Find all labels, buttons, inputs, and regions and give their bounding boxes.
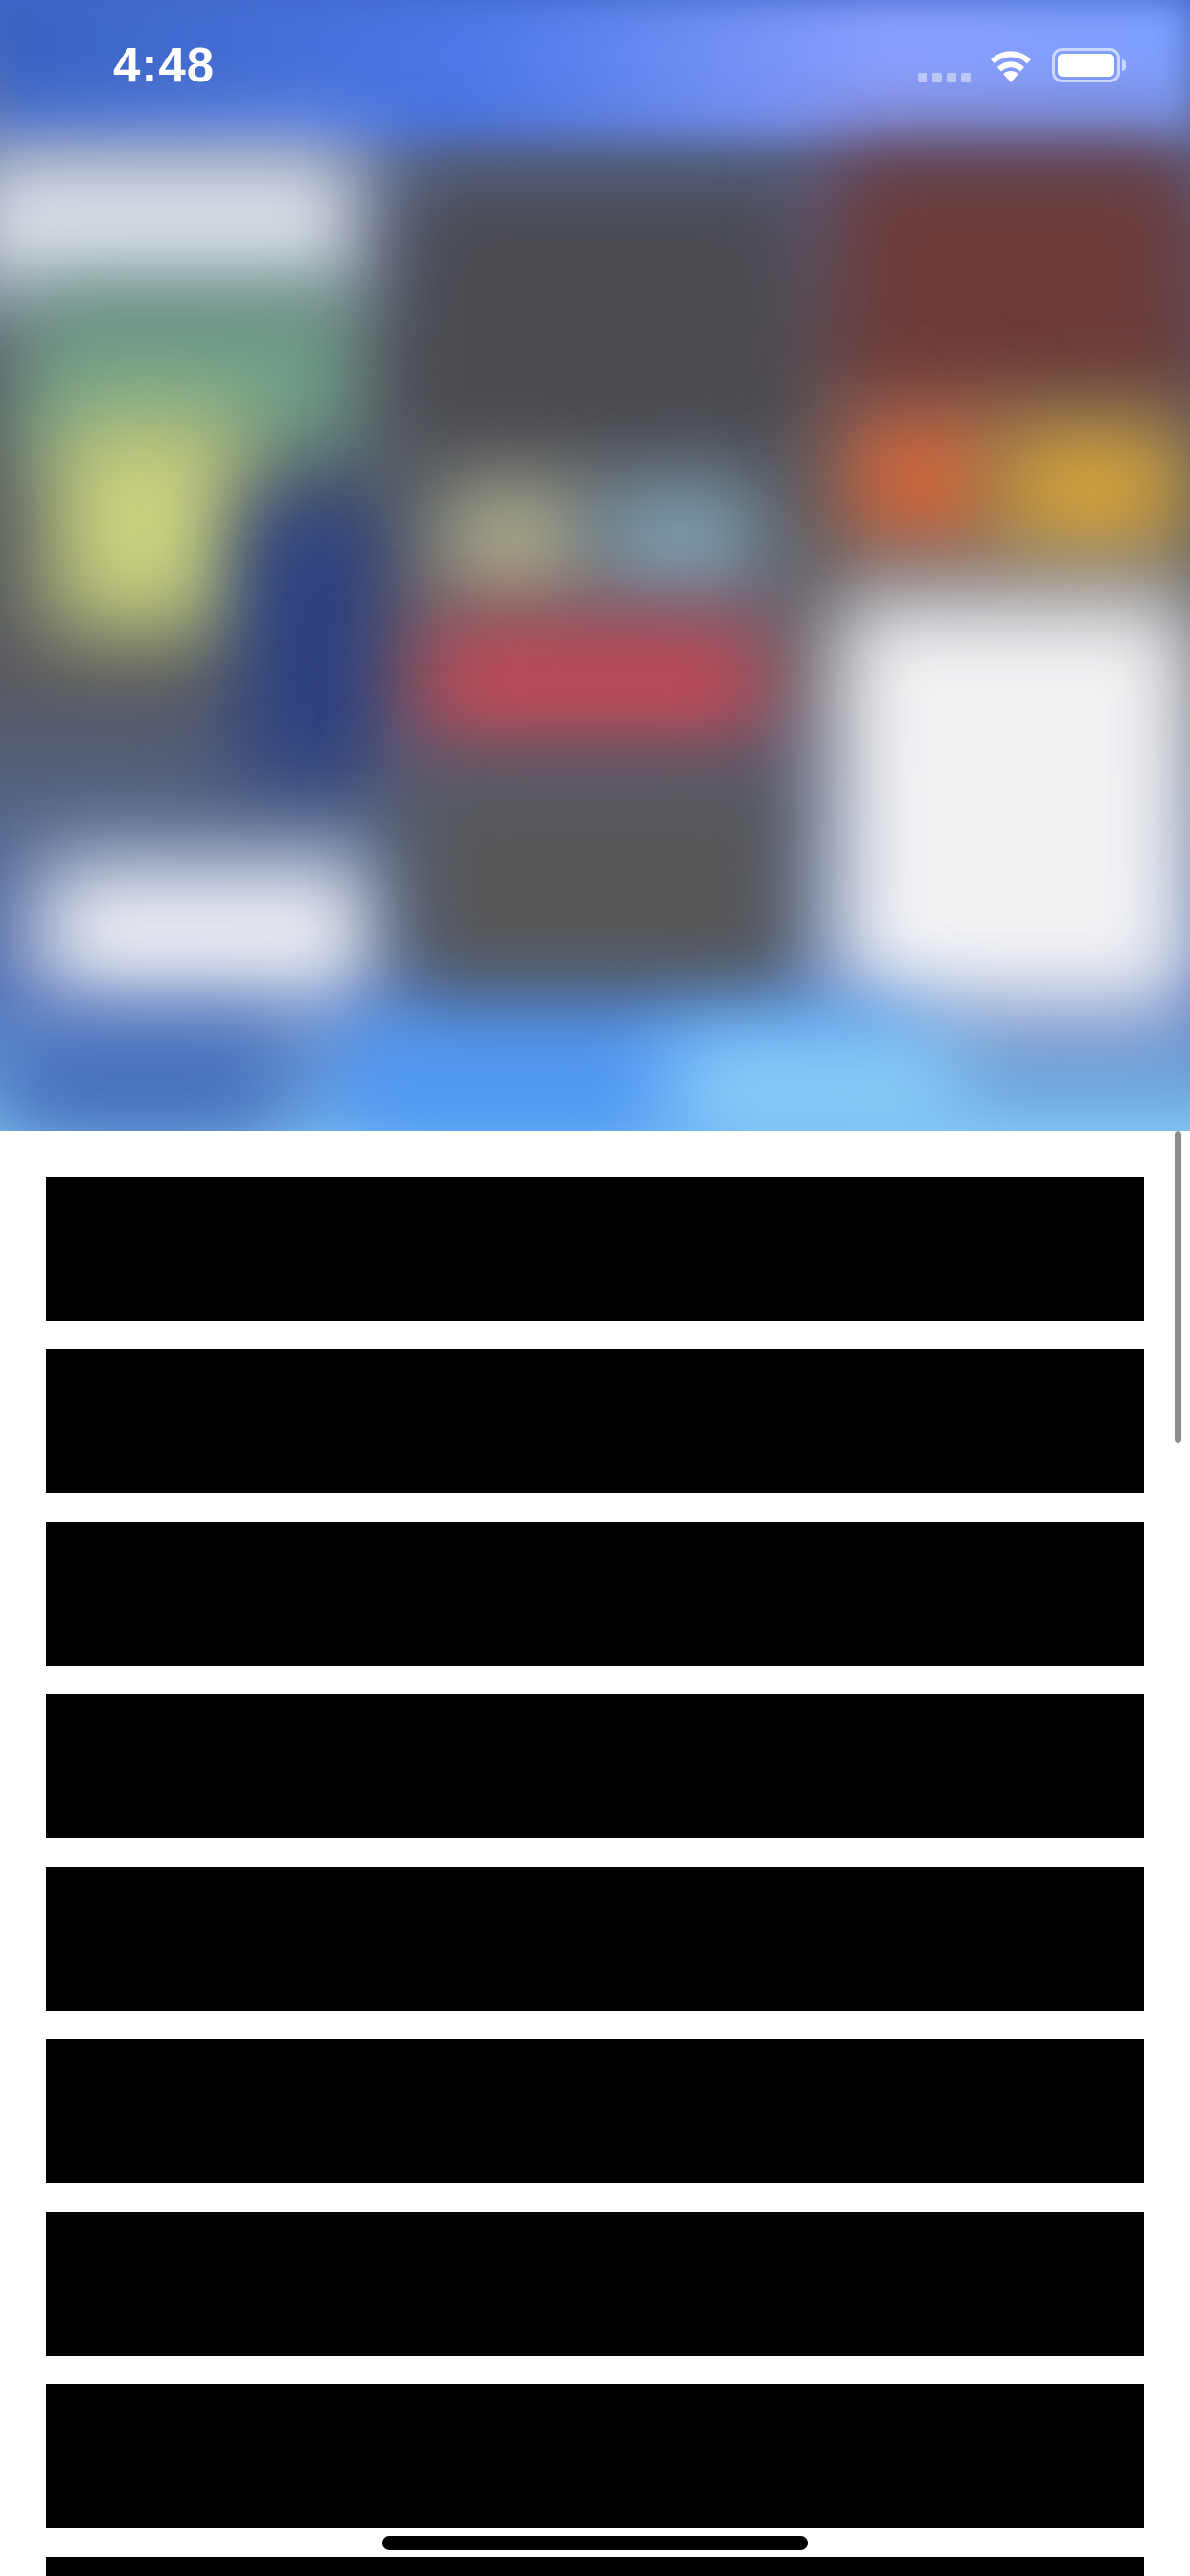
- hero-blob: [0, 1025, 287, 1131]
- hero-blob: [0, 153, 364, 297]
- hero-blob: [422, 623, 767, 748]
- list-item[interactable]: [46, 2557, 1144, 2576]
- list-item[interactable]: [46, 1522, 1144, 1666]
- hero-blob: [996, 422, 1188, 556]
- scroll-indicator[interactable]: [1175, 1131, 1181, 1443]
- content-list[interactable]: [0, 1131, 1190, 2576]
- home-indicator[interactable]: [382, 2536, 808, 2550]
- hero-blob: [48, 412, 249, 632]
- list-item[interactable]: [46, 1177, 1144, 1321]
- hero-blob: [38, 862, 383, 1006]
- list-item[interactable]: [46, 2384, 1144, 2528]
- hero-blob: [671, 1035, 958, 1131]
- hero-blob: [240, 498, 383, 786]
- hero-blob: [824, 144, 1190, 412]
- list-item[interactable]: [46, 1349, 1144, 1493]
- hero-blob: [604, 489, 757, 594]
- hero-blob: [441, 489, 584, 594]
- hero-blob: [843, 412, 996, 546]
- status-time: 4:48: [113, 37, 216, 92]
- list-item[interactable]: [46, 2212, 1144, 2356]
- status-bar: 4:48: [0, 0, 1190, 129]
- hero-blob: [402, 767, 805, 1016]
- hero-blob: [402, 172, 805, 460]
- wifi-icon: [991, 51, 1031, 82]
- list-item[interactable]: [46, 1694, 1144, 1838]
- list-item[interactable]: [46, 1867, 1144, 2011]
- battery-icon: [1052, 48, 1126, 82]
- cellular-signal-icon: [918, 71, 973, 82]
- hero-image: [0, 0, 1190, 1131]
- list-item[interactable]: [46, 2039, 1144, 2183]
- hero-blob: [834, 594, 1190, 1016]
